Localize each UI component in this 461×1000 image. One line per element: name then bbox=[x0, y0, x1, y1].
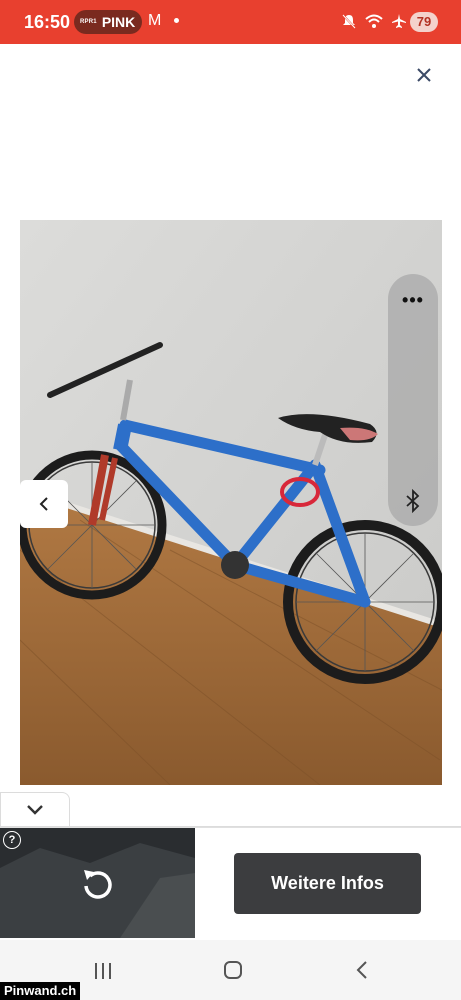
mute-icon bbox=[342, 14, 356, 29]
close-button[interactable] bbox=[409, 60, 439, 90]
ad-video[interactable]: ? bbox=[0, 828, 195, 938]
gmail-icon: M bbox=[148, 12, 162, 29]
ad-banner: ? Weitere Infos bbox=[0, 827, 461, 941]
radio-small-label: RPR1 bbox=[80, 19, 97, 25]
replay-icon[interactable] bbox=[78, 864, 118, 904]
status-bar: 16:50 RPR1 PINK M 79 bbox=[0, 0, 461, 44]
close-icon bbox=[417, 68, 431, 82]
ad-info-icon[interactable]: ? bbox=[3, 831, 21, 849]
more-info-button[interactable]: Weitere Infos bbox=[234, 853, 421, 914]
radio-name: PINK bbox=[101, 14, 136, 30]
notification-dot bbox=[174, 18, 179, 23]
airplane-icon bbox=[392, 14, 406, 28]
home-icon[interactable] bbox=[223, 960, 243, 980]
status-icons bbox=[341, 13, 407, 29]
radio-pill[interactable]: RPR1 PINK bbox=[74, 10, 142, 34]
chevron-left-icon bbox=[39, 497, 48, 511]
clock: 16:50 bbox=[24, 12, 71, 32]
side-toolbar[interactable]: ••• bbox=[388, 274, 438, 526]
watermark: Pinwand.ch bbox=[0, 982, 81, 1000]
listing-photo[interactable] bbox=[20, 220, 442, 785]
collapse-ad-button[interactable] bbox=[0, 792, 70, 827]
back-icon[interactable] bbox=[353, 960, 371, 980]
more-dots-icon[interactable]: ••• bbox=[388, 290, 438, 311]
bike-image bbox=[20, 220, 442, 785]
chevron-down-icon bbox=[27, 805, 43, 815]
recents-icon[interactable] bbox=[93, 962, 113, 980]
previous-image-button[interactable] bbox=[20, 480, 68, 528]
bluetooth-icon[interactable] bbox=[402, 489, 424, 513]
battery-level: 79 bbox=[410, 12, 438, 32]
wifi-icon bbox=[365, 14, 383, 28]
